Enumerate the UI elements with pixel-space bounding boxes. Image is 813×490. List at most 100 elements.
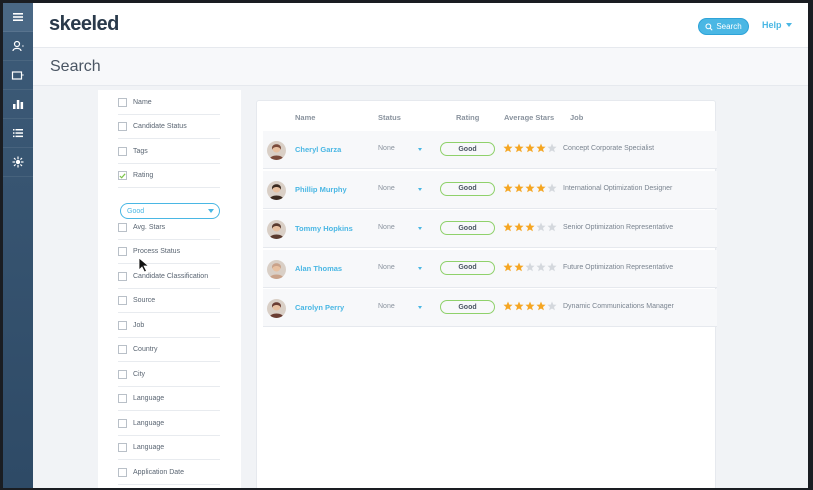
candidate-name-link[interactable]: Phillip Murphy xyxy=(295,185,347,194)
filter-checkbox[interactable] xyxy=(118,468,127,477)
filter-item[interactable]: Candidate Status xyxy=(118,115,220,139)
star-rating xyxy=(503,262,557,272)
rail-settings[interactable] xyxy=(3,148,33,177)
rail-menu[interactable] xyxy=(3,3,33,32)
filter-item[interactable]: Rating xyxy=(118,164,220,188)
filter-item[interactable]: Language xyxy=(118,436,220,460)
filter-item[interactable]: Avg. Stars xyxy=(118,216,220,240)
chevron-down-icon[interactable] xyxy=(418,306,422,309)
column-header-average-stars[interactable]: Average Stars xyxy=(504,113,554,122)
rating-select-value: Good xyxy=(127,207,145,215)
star-filled-icon xyxy=(525,301,535,311)
filter-checkbox[interactable] xyxy=(118,122,127,131)
status-select[interactable]: None xyxy=(378,145,395,152)
status-select[interactable]: None xyxy=(378,224,395,231)
rating-badge: Good xyxy=(440,181,495,196)
filter-checkbox[interactable] xyxy=(118,296,127,305)
column-header-status[interactable]: Status xyxy=(378,113,401,122)
filter-item[interactable]: Name xyxy=(118,91,220,115)
avatar[interactable] xyxy=(267,259,286,279)
filter-item[interactable]: Application Date xyxy=(118,461,220,485)
results-table: Name Status Rating Average Stars Job Che… xyxy=(256,100,717,488)
filter-item[interactable]: Process Status xyxy=(118,240,220,264)
star-rating xyxy=(503,301,557,311)
filter-checkbox[interactable] xyxy=(118,247,127,256)
filter-checkbox[interactable] xyxy=(118,345,127,354)
filter-checkbox[interactable] xyxy=(118,321,127,330)
search-button-label: Search xyxy=(716,22,742,31)
filter-item[interactable]: Language xyxy=(118,387,220,411)
status-select[interactable]: None xyxy=(378,185,395,192)
rail-lists[interactable] xyxy=(3,119,33,148)
filter-item[interactable]: Job xyxy=(118,314,220,338)
table-row[interactable]: Alan Thomas None Good Future Optimization R… xyxy=(263,249,717,288)
chevron-down-icon[interactable] xyxy=(418,227,422,230)
filter-label: Candidate Classification xyxy=(133,273,209,280)
table-row[interactable]: Tommy Hopkins None Good Senior Optimization… xyxy=(263,210,717,248)
filter-item[interactable]: Country xyxy=(118,338,220,362)
star-filled-icon xyxy=(525,183,535,192)
filter-checkbox[interactable] xyxy=(118,98,127,107)
search-button[interactable]: Search xyxy=(698,18,749,35)
filter-item[interactable]: Tags xyxy=(118,140,220,164)
filter-checkbox[interactable] xyxy=(118,223,127,232)
filter-label: Name xyxy=(133,99,152,106)
filter-checkbox[interactable] xyxy=(118,171,127,180)
column-header-name[interactable]: Name xyxy=(295,113,315,122)
filter-item[interactable]: Candidate Classification xyxy=(118,265,220,289)
app-logo[interactable]: skeeled xyxy=(49,13,119,36)
filter-label: Avg. Stars xyxy=(133,224,166,231)
candidate-name-link[interactable]: Cheryl Garza xyxy=(295,145,341,154)
chevron-down-icon xyxy=(208,209,214,213)
column-header-job[interactable]: Job xyxy=(570,113,583,122)
column-header-rating[interactable]: Rating xyxy=(456,113,479,122)
app-window: skeeled Search Help Search Good Name Cand… xyxy=(3,3,808,488)
rating-badge: Good xyxy=(440,221,495,235)
chevron-down-icon[interactable] xyxy=(418,148,422,151)
chevron-down-icon xyxy=(785,23,792,27)
chevron-down-icon[interactable] xyxy=(418,187,422,191)
table-row[interactable]: Carolyn Perry None Good Dynamic Communicati… xyxy=(263,289,717,327)
candidate-name-link[interactable]: Tommy Hopkins xyxy=(295,224,353,233)
avatar[interactable] xyxy=(267,180,286,200)
filter-checkbox[interactable] xyxy=(118,272,127,281)
star-empty-icon xyxy=(525,262,535,271)
filter-checkbox[interactable] xyxy=(118,419,127,428)
menu-icon xyxy=(13,13,23,21)
filter-label: Process Status xyxy=(133,248,181,255)
status-select[interactable]: None xyxy=(378,264,395,271)
rail-jobs[interactable] xyxy=(3,61,33,90)
filter-checkbox[interactable] xyxy=(118,370,127,379)
star-filled-icon xyxy=(536,143,546,153)
star-filled-icon xyxy=(503,183,513,192)
rail-candidates[interactable] xyxy=(3,32,33,61)
star-filled-icon xyxy=(503,222,513,232)
filter-item[interactable]: Source xyxy=(118,289,220,313)
star-filled-icon xyxy=(536,301,546,311)
candidate-name-link[interactable]: Alan Thomas xyxy=(295,264,342,273)
star-empty-icon xyxy=(547,183,557,192)
sparkle-icon xyxy=(12,156,24,168)
avatar[interactable] xyxy=(267,141,286,160)
star-filled-icon xyxy=(514,183,524,192)
chevron-down-icon[interactable] xyxy=(418,266,422,270)
avatar[interactable] xyxy=(267,220,286,239)
status-select[interactable]: None xyxy=(378,303,395,310)
filter-item[interactable]: Language xyxy=(118,412,220,436)
filter-checkbox[interactable] xyxy=(118,443,127,452)
filter-item[interactable]: City xyxy=(118,363,220,387)
rail-reports[interactable] xyxy=(3,90,33,119)
star-filled-icon xyxy=(514,301,524,311)
star-filled-icon xyxy=(525,222,535,232)
filter-checkbox[interactable] xyxy=(118,394,127,403)
help-menu[interactable]: Help xyxy=(762,20,792,30)
candidate-name-link[interactable]: Carolyn Perry xyxy=(295,303,344,312)
avatar[interactable] xyxy=(267,299,286,318)
job-title: Concept Corporate Specialist xyxy=(563,145,655,152)
search-icon xyxy=(705,22,713,31)
filter-checkbox[interactable] xyxy=(118,147,127,156)
star-empty-icon xyxy=(547,143,557,153)
table-row[interactable]: Phillip Murphy None Good International Opti… xyxy=(263,170,717,209)
star-empty-icon xyxy=(547,222,557,232)
table-row[interactable]: Cheryl Garza None Good Concept Corporate Sp… xyxy=(263,131,717,169)
